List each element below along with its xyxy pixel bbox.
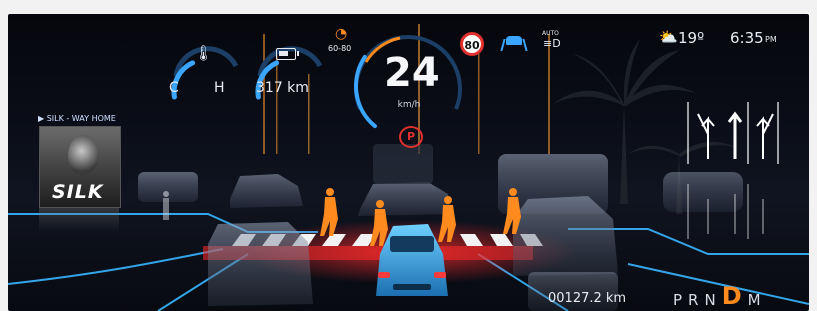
headlight-icon: ≡D <box>543 37 561 50</box>
album-art-face <box>68 135 98 175</box>
parking-brake-icon: P <box>399 126 423 148</box>
speed-limit-range-icon: ◔ <box>335 26 348 42</box>
album-art-title: SILK <box>52 181 104 203</box>
album-art[interactable]: SILK <box>39 126 121 208</box>
speed-limit-sign: 80 <box>460 32 484 56</box>
temperature-high-label: H <box>214 80 225 96</box>
clock-time: 6:35 <box>730 29 764 47</box>
speed-limit-range: 60-80 <box>328 44 352 53</box>
gear-selector: P R N D M <box>673 284 763 308</box>
weather-temperature: 19º <box>678 29 705 47</box>
gear-r: R <box>688 291 701 309</box>
lane-guidance <box>687 102 779 239</box>
range-value: 317 km <box>256 80 309 96</box>
gear-d: D <box>721 282 744 310</box>
battery-icon <box>276 48 299 60</box>
speed-value: 24 <box>384 50 440 96</box>
album-art-reflection <box>39 208 119 232</box>
now-playing-label[interactable]: ▶ SILK - WAY HOME <box>38 114 116 123</box>
speed-limit-value: 80 <box>464 39 480 52</box>
lane-assist-icon <box>500 36 528 51</box>
speed-unit: km/h <box>397 100 421 110</box>
auto-headlights-label: AUTO <box>542 30 559 37</box>
gear-m: M <box>747 291 763 309</box>
instrument-cluster: ▶ SILK - WAY HOME SILK 🌡 C H 317 km ◔ 60… <box>8 14 809 311</box>
odometer: 00127.2 km <box>548 291 627 306</box>
temperature-low-label: C <box>169 80 179 96</box>
gear-n: N <box>704 291 718 309</box>
partly-cloudy-icon: ⛅ <box>659 28 678 46</box>
gear-p: P <box>673 291 685 309</box>
thermometer-icon: 🌡 <box>194 44 214 62</box>
clock-ampm: PM <box>765 35 777 44</box>
